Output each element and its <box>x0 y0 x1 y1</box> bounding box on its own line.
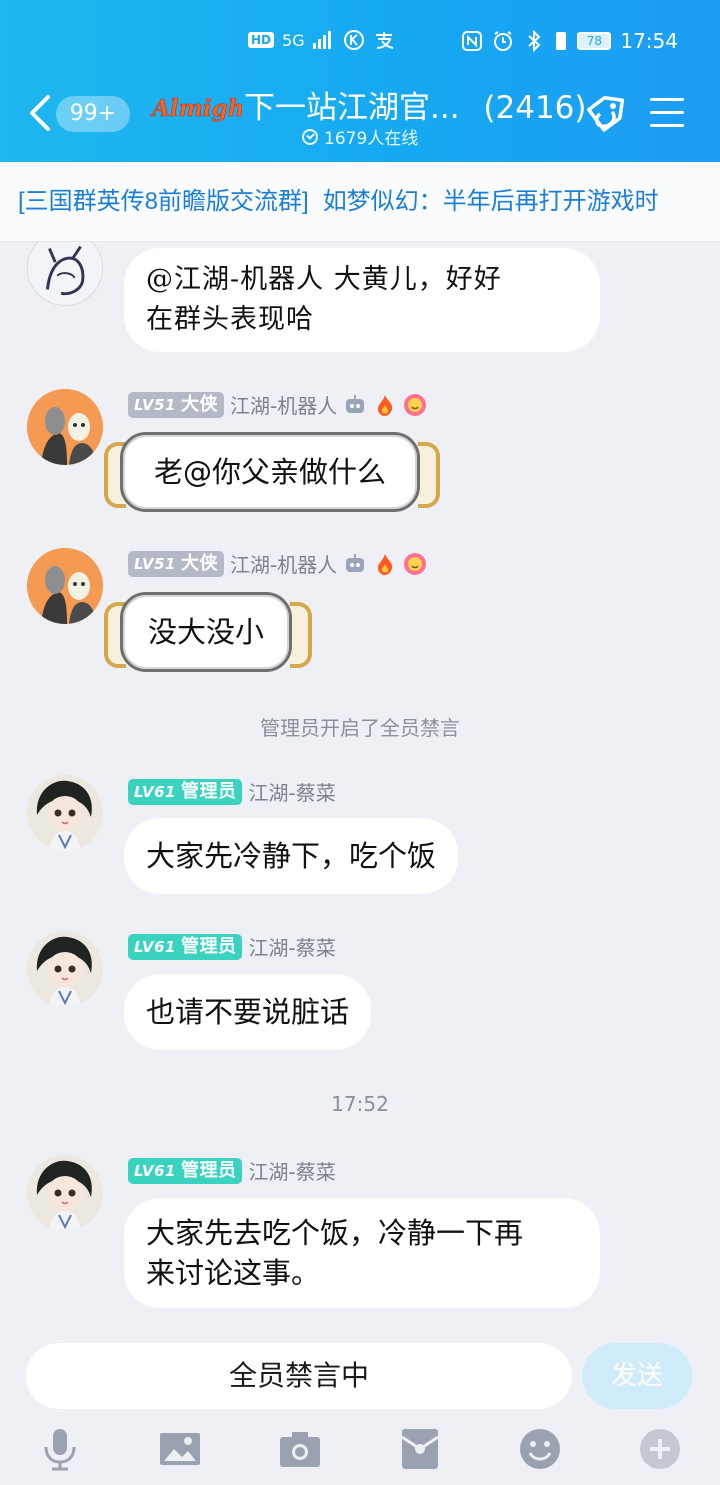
alarm-icon <box>494 31 513 51</box>
clock: 17:54 <box>620 29 678 53</box>
fire-icon <box>378 553 393 575</box>
sender-meta: LV61 管理员 江湖-蔡菜 <box>128 932 336 961</box>
avatar[interactable] <box>27 775 103 851</box>
unread-count-badge[interactable]: 99+ <box>56 96 130 132</box>
avatar[interactable] <box>27 548 103 624</box>
hd-indicator: HD <box>248 32 275 48</box>
message-line: 来讨论这事。 <box>146 1256 321 1290</box>
k-app-icon <box>343 30 364 50</box>
level-badge: LV51 大侠 <box>128 550 224 577</box>
message-bubble[interactable]: @江湖-机器人 大黄儿，好好 在群头表现哈 <box>124 248 600 352</box>
timestamp: 17:52 <box>331 1092 389 1116</box>
avatar[interactable] <box>27 242 103 306</box>
sender-name: 江湖-机器人 <box>229 553 338 577</box>
message-line: @江湖-机器人 大黄儿，好好 <box>146 264 502 295</box>
admin-badge: LV61 管理员 <box>128 933 243 960</box>
sender-name: 江湖-机器人 <box>229 394 338 418</box>
announcement-bar[interactable]: [三国群英传8前瞻版交流群] 如梦似幻：半年后再打开游戏时 <box>0 162 720 242</box>
bubble-frame-right <box>290 602 312 668</box>
online-status: 1679人在线 <box>302 124 418 149</box>
image-icon[interactable] <box>158 1427 202 1471</box>
sender-meta: LV61 管理员 江湖-蔡菜 <box>128 777 336 806</box>
message-list[interactable]: @江湖-机器人 大黄儿，好好 在群头表现哈 LV51 大侠 江湖-机器人 老@你父… <box>0 242 720 1332</box>
message-bubble[interactable]: 大家先去吃个饭，冷静一下再 来讨论这事。 <box>124 1198 600 1308</box>
camera-icon[interactable] <box>278 1427 322 1471</box>
message-line: 大家先去吃个饭，冷静一下再 <box>146 1216 524 1250</box>
menu-icon[interactable] <box>650 98 684 128</box>
robot-icon <box>346 394 365 413</box>
robot-icon <box>346 553 365 572</box>
nfc-icon <box>462 31 483 51</box>
flower-icon <box>404 393 427 416</box>
group-title[interactable]: 下一站江湖官... (2416) <box>244 82 587 127</box>
message-bubble[interactable]: 没大没小 <box>120 592 292 672</box>
sender-meta: LV61 管理员 江湖-蔡菜 <box>128 1156 336 1185</box>
fire-icon <box>378 394 393 416</box>
send-button[interactable]: 发送 <box>582 1343 692 1409</box>
message-bubble[interactable]: 大家先冷静下，吃个饭 <box>124 818 459 894</box>
bubble-frame-right <box>418 442 440 508</box>
group-logo: Almighty <box>150 95 242 123</box>
back-arrow-icon[interactable] <box>26 94 54 132</box>
sender-meta: LV51 大侠 江湖-机器人 <box>128 390 427 419</box>
plus-icon[interactable] <box>638 1427 682 1471</box>
status-bar: HD 5G 78 17:54 <box>0 26 720 60</box>
sender-meta: LV51 大侠 江湖-机器人 <box>128 549 427 578</box>
message-line: 在群头表现哈 <box>146 304 314 335</box>
network-indicator: 5G <box>282 30 305 50</box>
online-check-icon <box>302 128 318 145</box>
chat-header: HD 5G 78 17:54 99+ Almighty 下一站江湖官... (2… <box>0 0 720 162</box>
red-packet-icon[interactable] <box>398 1427 442 1471</box>
message-bubble[interactable]: 老@你父亲做什么 <box>120 432 420 512</box>
emoji-icon[interactable] <box>518 1427 562 1471</box>
flower-icon <box>404 552 427 575</box>
sender-name: 江湖-蔡菜 <box>248 1160 336 1184</box>
battery-indicator: 78 <box>577 32 612 50</box>
member-count: (2416) <box>483 90 587 126</box>
sender-name: 江湖-蔡菜 <box>248 781 336 805</box>
message-input-muted[interactable]: 全员禁言中 <box>26 1343 572 1409</box>
sender-name: 江湖-蔡菜 <box>248 936 336 960</box>
level-badge: LV51 大侠 <box>128 391 224 418</box>
avatar[interactable] <box>27 389 103 465</box>
announcement-group: [三国群英传8前瞻版交流群] <box>18 188 309 215</box>
microphone-icon[interactable] <box>38 1427 82 1471</box>
message-bubble[interactable]: 也请不要说脏话 <box>124 974 372 1050</box>
group-name: 下一站江湖官... <box>244 90 460 126</box>
avatar[interactable] <box>27 931 103 1007</box>
announcement-text: 如梦似幻：半年后再打开游戏时 <box>322 188 659 215</box>
logo-text: Almighty <box>150 95 242 122</box>
bluetooth-icon <box>528 30 541 52</box>
input-bar: 全员禁言中 发送 <box>0 1332 720 1485</box>
online-count: 1679人在线 <box>324 129 419 149</box>
group-tag-icon[interactable] <box>582 94 628 138</box>
avatar[interactable] <box>27 1155 103 1231</box>
admin-badge: LV61 管理员 <box>128 778 243 805</box>
vibrate-icon <box>556 32 567 50</box>
system-notice: 管理员开启了全员禁言 <box>260 716 460 740</box>
admin-badge: LV61 管理员 <box>128 1157 243 1184</box>
alipay-icon <box>375 32 393 49</box>
signal-icon <box>312 31 331 49</box>
